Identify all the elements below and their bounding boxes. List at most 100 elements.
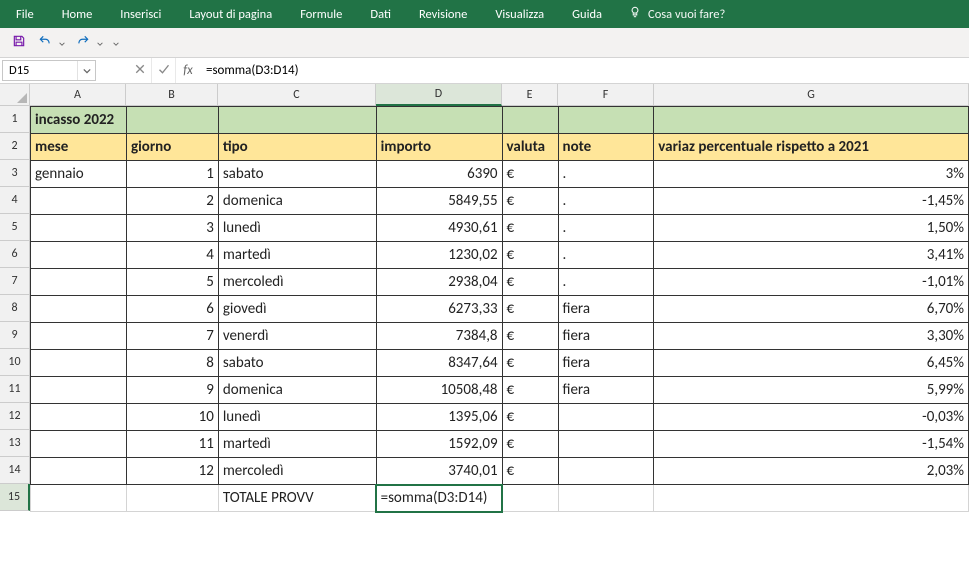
cell-A6[interactable] <box>31 242 127 269</box>
cell-B9[interactable]: 7 <box>126 323 218 350</box>
cell-G9[interactable]: 3,30% <box>654 323 969 350</box>
col-header-F[interactable]: F <box>558 84 654 106</box>
cell-G15[interactable] <box>654 485 969 512</box>
enter-formula-button[interactable] <box>152 58 176 83</box>
tell-me-search[interactable]: Cosa vuoi fare? <box>616 5 725 23</box>
cell-C1[interactable] <box>218 107 376 134</box>
cell-E2[interactable]: valuta <box>502 134 558 161</box>
cell-B1[interactable] <box>126 107 218 134</box>
col-header-C[interactable]: C <box>218 84 376 106</box>
row-header-15[interactable]: 15 <box>0 484 30 511</box>
cell-G13[interactable]: -1,54% <box>654 431 969 458</box>
cell-C6[interactable]: martedì <box>218 242 376 269</box>
undo-button[interactable] <box>34 32 56 54</box>
row-header-6[interactable]: 6 <box>0 241 30 268</box>
cell-A9[interactable] <box>31 323 127 350</box>
cell-C11[interactable]: domenica <box>218 377 376 404</box>
cell-A1[interactable]: incasso 2022 <box>31 107 127 134</box>
col-header-D[interactable]: D <box>376 84 502 106</box>
cell-G2[interactable]: variaz percentuale rispetto a 2021 <box>654 134 969 161</box>
cell-E4[interactable]: € <box>502 188 558 215</box>
cell-A4[interactable] <box>31 188 127 215</box>
formula-input[interactable] <box>200 58 969 83</box>
col-header-G[interactable]: G <box>654 84 969 106</box>
cell-F11[interactable]: fiera <box>558 377 654 404</box>
tab-revisione[interactable]: Revisione <box>405 0 481 28</box>
cell-G12[interactable]: -0,03% <box>654 404 969 431</box>
cell-B6[interactable]: 4 <box>126 242 218 269</box>
cell-E1[interactable] <box>502 107 558 134</box>
row-header-10[interactable]: 10 <box>0 349 30 376</box>
cell-A14[interactable] <box>31 458 127 485</box>
cell-B4[interactable]: 2 <box>126 188 218 215</box>
cell-E7[interactable]: € <box>502 269 558 296</box>
row-header-5[interactable]: 5 <box>0 214 30 241</box>
cell-F2[interactable]: note <box>558 134 654 161</box>
cell-G3[interactable]: 3% <box>654 161 969 188</box>
cell-F9[interactable]: fiera <box>558 323 654 350</box>
cell-D1[interactable] <box>376 107 502 134</box>
cell-A11[interactable] <box>31 377 127 404</box>
cell-E14[interactable]: € <box>502 458 558 485</box>
cell-C9[interactable]: venerdì <box>218 323 376 350</box>
row-header-9[interactable]: 9 <box>0 322 30 349</box>
cell-D2[interactable]: importo <box>376 134 502 161</box>
row-header-12[interactable]: 12 <box>0 403 30 430</box>
cell-F1[interactable] <box>558 107 654 134</box>
cell-G7[interactable]: -1,01% <box>654 269 969 296</box>
cell-A3[interactable]: gennaio <box>31 161 127 188</box>
undo-dropdown[interactable] <box>56 32 68 54</box>
cell-A2[interactable]: mese <box>31 134 127 161</box>
row-header-14[interactable]: 14 <box>0 457 30 484</box>
cell-E12[interactable]: € <box>502 404 558 431</box>
cell-E3[interactable]: € <box>502 161 558 188</box>
insert-function-button[interactable]: fx <box>176 58 200 83</box>
cell-D5[interactable]: 4930,61 <box>376 215 502 242</box>
cell-G10[interactable]: 6,45% <box>654 350 969 377</box>
col-header-E[interactable]: E <box>502 84 558 106</box>
tab-inserisci[interactable]: Inserisci <box>106 0 175 28</box>
cell-G14[interactable]: 2,03% <box>654 458 969 485</box>
cell-F14[interactable] <box>558 458 654 485</box>
cell-B12[interactable]: 10 <box>126 404 218 431</box>
cell-A10[interactable] <box>31 350 127 377</box>
col-header-A[interactable]: A <box>30 84 126 106</box>
tab-guida[interactable]: Guida <box>558 0 616 28</box>
cell-B2[interactable]: giorno <box>126 134 218 161</box>
cell-D12[interactable]: 1395,06 <box>376 404 502 431</box>
tab-formule[interactable]: Formule <box>286 0 356 28</box>
redo-dropdown[interactable] <box>94 32 106 54</box>
cell-E6[interactable]: € <box>502 242 558 269</box>
cancel-formula-button[interactable] <box>128 58 152 83</box>
cell-B14[interactable]: 12 <box>126 458 218 485</box>
row-header-13[interactable]: 13 <box>0 430 30 457</box>
redo-button[interactable] <box>72 32 94 54</box>
cell-B7[interactable]: 5 <box>126 269 218 296</box>
cell-D11[interactable]: 10508,48 <box>376 377 502 404</box>
cell-A5[interactable] <box>31 215 127 242</box>
cell-D9[interactable]: 7384,8 <box>376 323 502 350</box>
cell-F5[interactable]: . <box>558 215 654 242</box>
cell-G4[interactable]: -1,45% <box>654 188 969 215</box>
cell-E15[interactable] <box>502 485 558 512</box>
cell-C7[interactable]: mercoledì <box>218 269 376 296</box>
cell-E9[interactable]: € <box>502 323 558 350</box>
cell-B11[interactable]: 9 <box>126 377 218 404</box>
cell-G11[interactable]: 5,99% <box>654 377 969 404</box>
row-header-1[interactable]: 1 <box>0 106 30 133</box>
row-header-8[interactable]: 8 <box>0 295 30 322</box>
customize-qat-dropdown[interactable] <box>110 32 122 54</box>
cell-E5[interactable]: € <box>502 215 558 242</box>
cell-D10[interactable]: 8347,64 <box>376 350 502 377</box>
cell-F8[interactable]: fiera <box>558 296 654 323</box>
cell-C15[interactable]: TOTALE PROVV <box>218 485 376 512</box>
cell-F3[interactable]: . <box>558 161 654 188</box>
cell-D6[interactable]: 1230,02 <box>376 242 502 269</box>
cell-D7[interactable]: 2938,04 <box>376 269 502 296</box>
cell-E11[interactable]: € <box>502 377 558 404</box>
cell-E8[interactable]: € <box>502 296 558 323</box>
tab-visualizza[interactable]: Visualizza <box>481 0 558 28</box>
row-header-11[interactable]: 11 <box>0 376 30 403</box>
cell-G8[interactable]: 6,70% <box>654 296 969 323</box>
cell-G6[interactable]: 3,41% <box>654 242 969 269</box>
